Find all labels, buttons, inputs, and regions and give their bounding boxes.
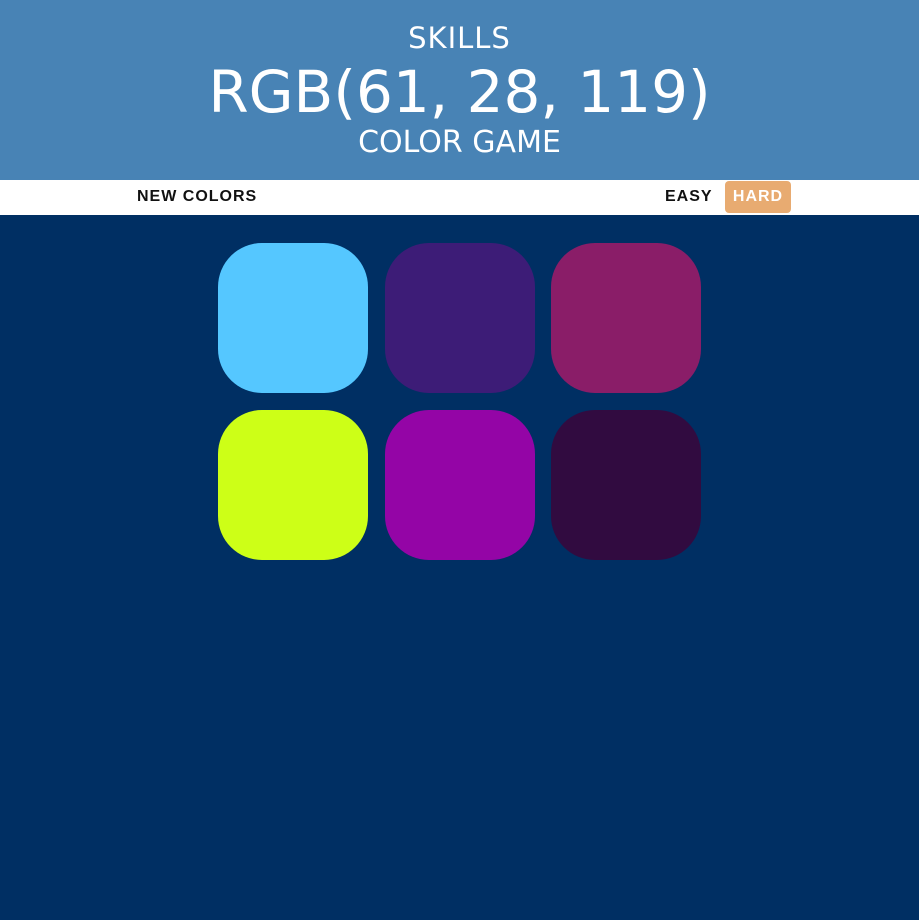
new-colors-button[interactable]: NEW COLORS <box>137 180 257 213</box>
header-banner: SKILLS RGB(61, 28, 119) COLOR GAME <box>0 0 919 180</box>
color-square[interactable] <box>551 243 701 393</box>
hard-mode-button[interactable]: HARD <box>725 181 791 213</box>
color-square[interactable] <box>218 410 368 560</box>
header-top-text: SKILLS <box>408 21 511 55</box>
color-square[interactable] <box>385 243 535 393</box>
game-title: COLOR GAME <box>358 125 561 160</box>
easy-mode-button[interactable]: EASY <box>665 180 713 213</box>
color-square[interactable] <box>385 410 535 560</box>
color-square[interactable] <box>218 243 368 393</box>
color-square[interactable] <box>551 410 701 560</box>
target-rgb-display: RGB(61, 28, 119) <box>208 58 711 126</box>
